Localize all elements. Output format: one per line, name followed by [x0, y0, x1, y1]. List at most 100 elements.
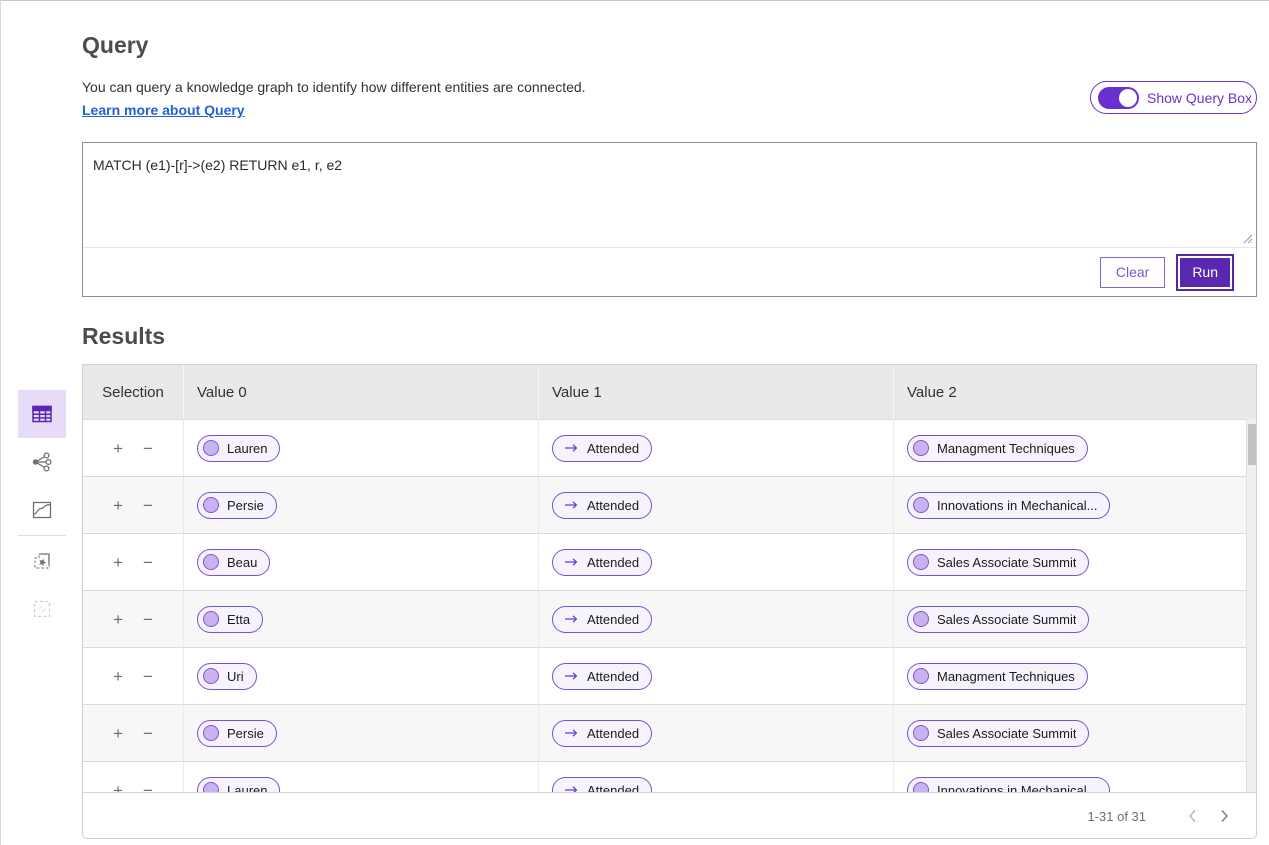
run-button[interactable]: Run	[1178, 256, 1232, 289]
query-textarea-wrap: MATCH (e1)-[r]->(e2) RETURN e1, r, e2	[83, 143, 1256, 248]
value1-cell: Attended	[538, 591, 893, 647]
entity-pill[interactable]: Lauren	[197, 777, 280, 793]
remove-from-selection-button[interactable]: −	[141, 666, 155, 687]
add-to-selection-button[interactable]: +	[111, 723, 125, 744]
value1-cell: Attended	[538, 648, 893, 704]
value2-cell: Sales Associate Summit	[893, 705, 1248, 761]
pagination-range-label: 1-31 of 31	[1087, 809, 1146, 824]
value2-cell: Innovations in Mechanical...	[893, 762, 1248, 792]
add-to-selection-button[interactable]: +	[111, 495, 125, 516]
relationship-pill[interactable]: Attended	[552, 492, 652, 519]
table-body: + − Lauren Attended Managment Techniques	[83, 419, 1256, 792]
entity-pill[interactable]: Sales Associate Summit	[907, 549, 1089, 576]
entity-label: Persie	[227, 498, 264, 513]
relationship-pill[interactable]: Attended	[552, 663, 652, 690]
relationship-label: Attended	[587, 783, 639, 793]
arrow-right-icon	[564, 785, 579, 792]
new-map-from-results-icon	[31, 550, 53, 572]
entity-label: Lauren	[227, 783, 267, 793]
value2-cell: Sales Associate Summit	[893, 591, 1248, 647]
page-title: Query	[82, 32, 148, 59]
next-page-button[interactable]	[1208, 800, 1240, 832]
new-map-from-results-button[interactable]	[18, 537, 66, 585]
arrow-right-icon	[564, 728, 579, 738]
table-view-button[interactable]	[18, 390, 66, 438]
value0-cell: Lauren	[183, 420, 538, 476]
entity-pill[interactable]: Sales Associate Summit	[907, 606, 1089, 633]
entity-label: Innovations in Mechanical...	[937, 498, 1097, 513]
relationship-pill[interactable]: Attended	[552, 606, 652, 633]
arrow-right-icon	[564, 500, 579, 510]
entity-label: Managment Techniques	[937, 441, 1075, 456]
entity-pill[interactable]: Sales Associate Summit	[907, 720, 1089, 747]
entity-pill[interactable]: Beau	[197, 549, 270, 576]
value2-cell: Managment Techniques	[893, 420, 1248, 476]
table-row: + − Lauren Attended Managment Techniques	[83, 419, 1256, 476]
remove-from-selection-button[interactable]: −	[141, 609, 155, 630]
entity-pill[interactable]: Innovations in Mechanical...	[907, 777, 1110, 793]
table-row: + − Persie Attended Innovations in Mecha…	[83, 476, 1256, 533]
entity-pill[interactable]: Etta	[197, 606, 263, 633]
clear-button[interactable]: Clear	[1100, 257, 1165, 288]
arrow-right-icon	[564, 557, 579, 567]
value1-cell: Attended	[538, 762, 893, 792]
table-row: + − Beau Attended Sales Associate Summit	[83, 533, 1256, 590]
relationship-pill[interactable]: Attended	[552, 777, 652, 793]
remove-from-selection-button[interactable]: −	[141, 552, 155, 573]
entity-node-icon	[913, 782, 929, 792]
results-table-card: Selection Value 0 Value 1 Value 2 + − La…	[82, 364, 1257, 839]
entity-node-icon	[913, 440, 929, 456]
value1-cell: Attended	[538, 477, 893, 533]
entity-pill[interactable]: Lauren	[197, 435, 280, 462]
add-to-selection-button[interactable]: +	[111, 552, 125, 573]
vertical-scrollbar[interactable]	[1246, 419, 1256, 792]
entity-node-icon	[913, 611, 929, 627]
toggle-switch-icon[interactable]	[1098, 87, 1139, 109]
remove-from-selection-button[interactable]: −	[141, 438, 155, 459]
resize-handle-icon[interactable]	[1240, 231, 1253, 244]
entity-pill[interactable]: Innovations in Mechanical...	[907, 492, 1110, 519]
selection-tool-button	[18, 585, 66, 633]
relationship-pill[interactable]: Attended	[552, 549, 652, 576]
link-chart-view-button[interactable]	[18, 438, 66, 486]
add-to-selection-button[interactable]: +	[111, 666, 125, 687]
query-input[interactable]: MATCH (e1)-[r]->(e2) RETURN e1, r, e2	[83, 143, 1256, 247]
selection-cell: + −	[83, 420, 183, 476]
scrollbar-thumb[interactable]	[1248, 424, 1256, 465]
remove-from-selection-button[interactable]: −	[141, 495, 155, 516]
entity-pill[interactable]: Uri	[197, 663, 257, 690]
map-view-button[interactable]	[18, 486, 66, 534]
entity-label: Managment Techniques	[937, 669, 1075, 684]
add-to-selection-button[interactable]: +	[111, 438, 125, 459]
chevron-right-icon	[1220, 809, 1229, 823]
add-to-selection-button[interactable]: +	[111, 609, 125, 630]
selection-cell: + −	[83, 591, 183, 647]
entity-pill[interactable]: Managment Techniques	[907, 435, 1088, 462]
selection-marquee-icon	[31, 598, 53, 620]
arrow-right-icon	[564, 671, 579, 681]
entity-pill[interactable]: Persie	[197, 492, 277, 519]
entity-pill[interactable]: Persie	[197, 720, 277, 747]
entity-label: Beau	[227, 555, 257, 570]
page-description: You can query a knowledge graph to ident…	[82, 79, 586, 95]
results-view-toolbar	[18, 390, 66, 633]
show-query-box-toggle[interactable]: Show Query Box	[1090, 81, 1257, 114]
entity-node-icon	[203, 668, 219, 684]
value2-cell: Managment Techniques	[893, 648, 1248, 704]
remove-from-selection-button[interactable]: −	[141, 723, 155, 744]
value0-cell: Lauren	[183, 762, 538, 792]
remove-from-selection-button[interactable]: −	[141, 780, 155, 793]
entity-pill[interactable]: Managment Techniques	[907, 663, 1088, 690]
relationship-pill[interactable]: Attended	[552, 720, 652, 747]
add-to-selection-button[interactable]: +	[111, 780, 125, 793]
query-editor-panel: MATCH (e1)-[r]->(e2) RETURN e1, r, e2 Cl…	[82, 142, 1257, 297]
entity-node-icon	[913, 497, 929, 513]
value2-cell: Sales Associate Summit	[893, 534, 1248, 590]
entity-label: Sales Associate Summit	[937, 612, 1076, 627]
relationship-pill[interactable]: Attended	[552, 435, 652, 462]
previous-page-button[interactable]	[1176, 800, 1208, 832]
selection-cell: + −	[83, 648, 183, 704]
learn-more-link[interactable]: Learn more about Query	[82, 102, 245, 118]
entity-label: Sales Associate Summit	[937, 555, 1076, 570]
value0-cell: Persie	[183, 477, 538, 533]
